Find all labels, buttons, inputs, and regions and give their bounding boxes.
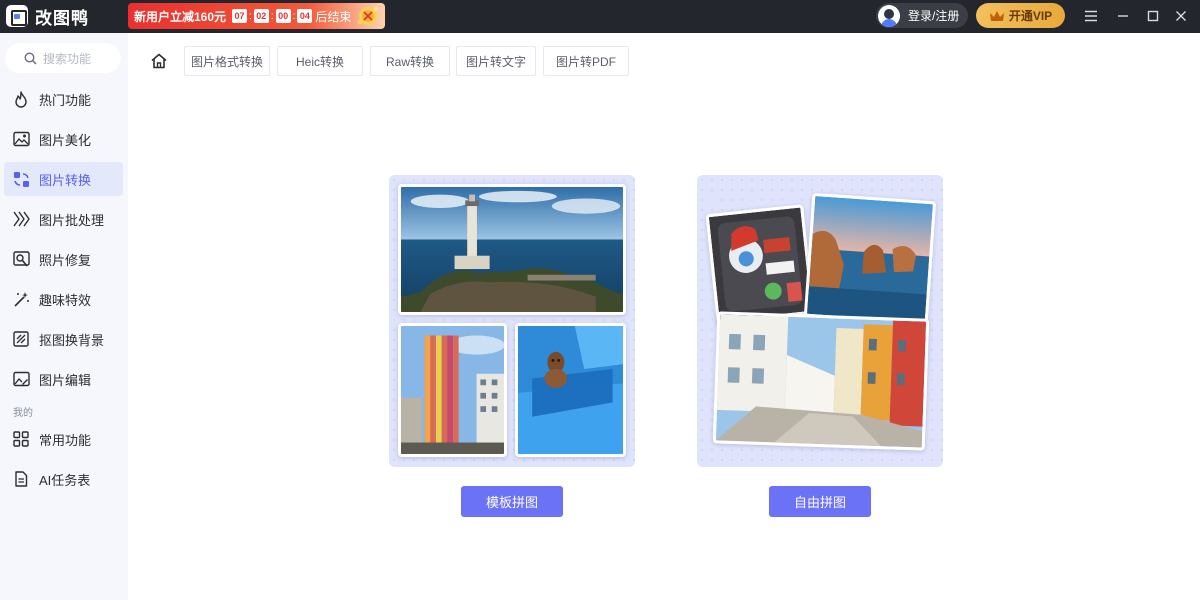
- tab-format-convert[interactable]: 图片格式转换: [184, 46, 270, 76]
- avatar: [878, 4, 900, 27]
- image-beautify-icon: [12, 131, 30, 147]
- search-box[interactable]: 搜索功能: [5, 43, 121, 73]
- template-collage-button[interactable]: 模板拼图: [461, 486, 563, 517]
- login-label: 登录/注册: [908, 9, 960, 23]
- menu-button[interactable]: [1079, 4, 1103, 28]
- sidebar-item-label: 常用功能: [39, 432, 92, 448]
- sidebar-item-label: 热门功能: [39, 92, 92, 108]
- sidebar-item-edit[interactable]: 图片编辑: [4, 362, 123, 396]
- sidebar-item-label: 图片编辑: [39, 372, 92, 388]
- search-icon: [24, 51, 37, 65]
- timer-box: 04: [297, 9, 313, 23]
- minimize-button[interactable]: [1111, 4, 1135, 28]
- template-collage-card[interactable]: [389, 175, 635, 467]
- crown-icon: [989, 10, 1004, 21]
- image-edit-icon: [12, 371, 30, 387]
- sidebar-item-label: 图片批处理: [39, 212, 105, 228]
- convert-icon: [13, 171, 29, 187]
- home-icon[interactable]: [150, 52, 168, 70]
- batch-icon: [13, 211, 30, 227]
- lighthouse-photo: [398, 184, 626, 315]
- sidebar-item-label: 抠图换背景: [39, 332, 105, 348]
- title-bar: 改图鸭 新用户立减160元 07: 02: 00: 04 后结束 登录/注册 开…: [0, 0, 1200, 33]
- sticker-photo: [705, 204, 815, 324]
- free-collage-button[interactable]: 自由拼图: [769, 486, 871, 517]
- sidebar-item-repair[interactable]: 照片修复: [4, 242, 123, 276]
- close-button[interactable]: [1169, 4, 1193, 28]
- building-photo: [398, 323, 507, 457]
- sidebar-item-label: 趣味特效: [39, 292, 92, 308]
- sidebar-item-batch[interactable]: 图片批处理: [4, 202, 123, 236]
- search-placeholder: 搜索功能: [43, 51, 92, 66]
- sidebar-item-label: 图片美化: [39, 132, 92, 148]
- vip-label: 开通VIP: [1008, 9, 1053, 23]
- app-logo: 改图鸭: [6, 5, 89, 28]
- grid-icon: [13, 431, 29, 447]
- app-logo-icon: [6, 5, 28, 27]
- free-collage-card[interactable]: [697, 175, 943, 467]
- countdown-timer: 07: 02: 00: 04: [232, 9, 313, 23]
- tab-image-to-text[interactable]: 图片转文字: [456, 46, 536, 76]
- sidebar-item-favorites[interactable]: 常用功能: [4, 422, 123, 456]
- maximize-button[interactable]: [1141, 4, 1165, 28]
- flame-icon: [15, 90, 27, 108]
- section-label-mine: 我的: [13, 408, 33, 419]
- sidebar-item-ai-tasks[interactable]: AI任务表: [4, 462, 123, 496]
- gift-icon: [357, 7, 378, 25]
- promo-suffix: 后结束: [315, 9, 352, 24]
- sidebar-item-beautify[interactable]: 图片美化: [4, 122, 123, 156]
- vip-button[interactable]: 开通VIP: [976, 3, 1065, 28]
- sidebar-item-cutout[interactable]: 抠图换背景: [4, 322, 123, 356]
- task-list-icon: [15, 471, 28, 487]
- cutout-icon: [13, 331, 29, 347]
- tab-image-to-pdf[interactable]: 图片转PDF: [543, 46, 629, 76]
- promo-banner[interactable]: 新用户立减160元 07: 02: 00: 04 后结束: [128, 3, 385, 29]
- timer-box: 07: [232, 9, 248, 23]
- minimize-icon: [1118, 15, 1128, 17]
- timer-box: 02: [253, 9, 269, 23]
- promo-text: 新用户立减160元: [134, 9, 227, 24]
- sidebar-item-label: 照片修复: [39, 252, 92, 268]
- sidebar-item-hot[interactable]: 热门功能: [4, 82, 123, 116]
- sidebar-item-label: AI任务表: [39, 472, 91, 488]
- hamburger-icon: [1085, 10, 1097, 22]
- blue-wall-dog-photo: [515, 323, 626, 457]
- timer-box: 00: [275, 9, 291, 23]
- sea-cliff-photo: [803, 192, 937, 326]
- photo-repair-icon: [12, 250, 30, 267]
- tab-raw-convert[interactable]: Raw转换: [370, 46, 450, 76]
- sidebar-item-convert[interactable]: 图片转换: [4, 162, 123, 196]
- sidebar: 搜索功能 热门功能 图片美化 图片转换 图片批处理 照片修复 趣味特效 抠图换背…: [0, 33, 128, 600]
- maximize-icon: [1147, 10, 1159, 22]
- sidebar-item-effects[interactable]: 趣味特效: [4, 282, 123, 316]
- sidebar-item-label: 图片转换: [39, 172, 92, 188]
- close-icon: [1176, 11, 1186, 21]
- app-name: 改图鸭: [35, 8, 89, 28]
- street-photo: [712, 311, 930, 451]
- login-button[interactable]: 登录/注册: [876, 3, 968, 28]
- magic-wand-icon: [13, 291, 29, 307]
- tab-heic-convert[interactable]: Heic转换: [277, 46, 363, 76]
